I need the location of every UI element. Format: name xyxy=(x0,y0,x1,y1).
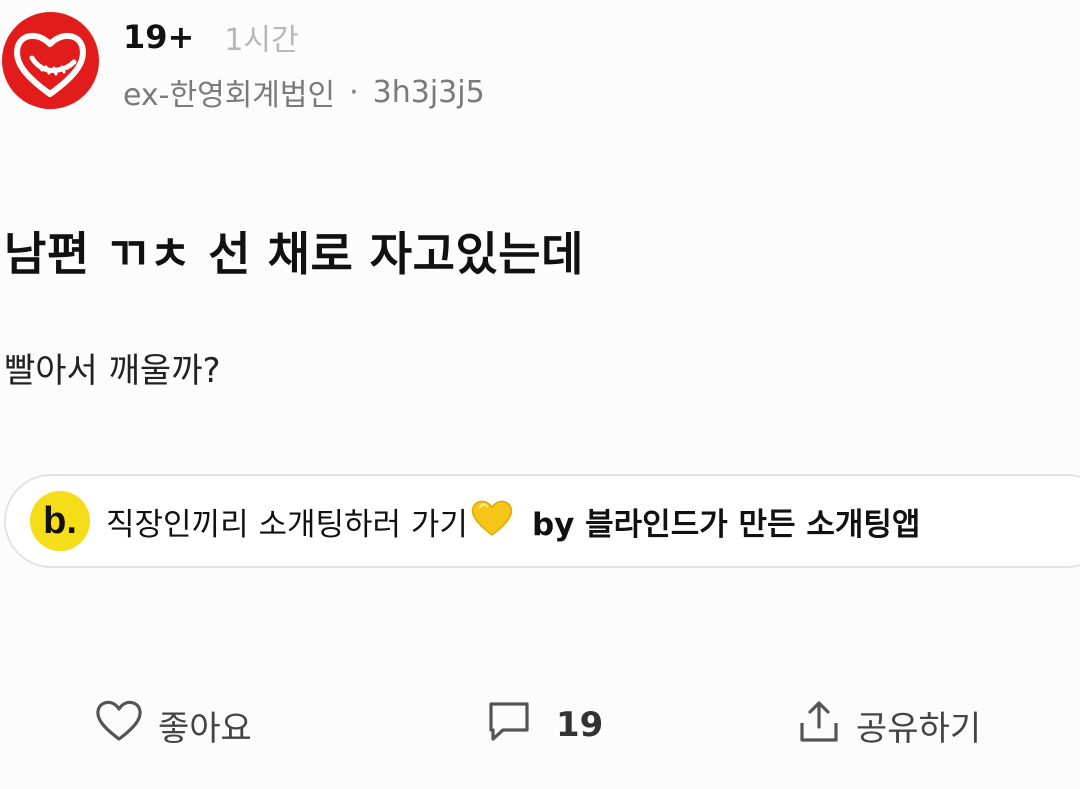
share-button[interactable]: 공유하기 xyxy=(796,695,981,755)
comment-button[interactable]: 19 xyxy=(486,695,603,755)
like-button[interactable]: 좋아요 xyxy=(94,695,252,755)
blind-logo-icon: b. xyxy=(30,491,90,551)
post-time: 1시간 xyxy=(224,23,299,58)
comment-icon xyxy=(486,698,532,753)
ad-text-line: 직장인끼리 소개팅하러 가기 by 블라인드가 만든 소개팅앱 xyxy=(106,497,920,545)
channel-name[interactable]: 19+ xyxy=(123,18,194,56)
heart-icon xyxy=(94,699,144,752)
channel-row: 19+ 1시간 xyxy=(123,15,299,59)
channel-avatar[interactable] xyxy=(2,12,99,109)
action-bar: 좋아요 19 공유하기 xyxy=(0,695,1080,755)
author-row: ex-한영회계법인 · 3h3j3j5 xyxy=(123,70,485,114)
ad-suffix: by 블라인드가 만든 소개팅앱 xyxy=(531,506,921,543)
author-company: ex-한영회계법인 xyxy=(123,78,336,113)
yellow-heart-icon xyxy=(470,497,514,545)
author-separator: · xyxy=(349,74,359,110)
like-label: 좋아요 xyxy=(158,708,252,749)
heart-mouth-icon xyxy=(14,33,86,97)
author-nickname[interactable]: 3h3j3j5 xyxy=(373,75,485,110)
post-body: 빨아서 깨울까? xyxy=(4,351,221,391)
post-title: 남편 ㄲㅊ 선 채로 자고있는데 xyxy=(4,227,584,281)
ad-text: 직장인끼리 소개팅하러 가기 xyxy=(106,506,468,543)
share-icon xyxy=(796,697,842,754)
share-label: 공유하기 xyxy=(856,708,982,749)
post-view: 19+ 1시간 ex-한영회계법인 · 3h3j3j5 남편 ㄲㅊ 선 채로 자… xyxy=(0,0,1080,789)
comment-count: 19 xyxy=(556,705,604,745)
ad-banner[interactable]: b. 직장인끼리 소개팅하러 가기 by 블라인드가 만든 소개팅앱 xyxy=(4,474,1080,568)
